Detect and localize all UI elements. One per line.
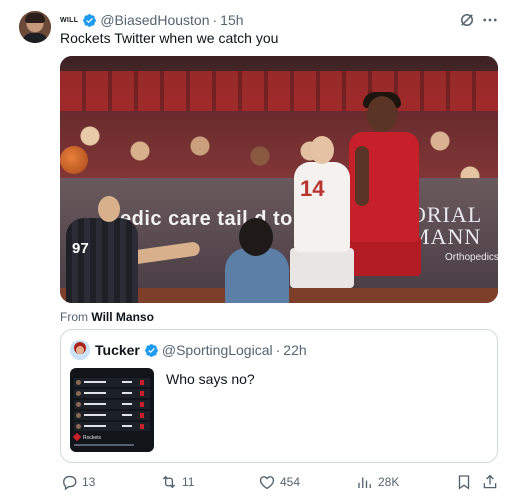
rockets-logo-icon — [72, 432, 82, 442]
tweet-timestamp[interactable]: 15h — [220, 12, 243, 28]
attribution-source[interactable]: Will Manso — [91, 310, 154, 324]
avatar-hair — [25, 13, 45, 23]
quote-header: Tucker @SportingLogical · 22h — [95, 342, 307, 358]
reply-count: 13 — [82, 475, 96, 489]
views-icon — [358, 477, 371, 488]
basketball — [60, 146, 88, 174]
quote-image-row — [74, 400, 150, 409]
heat-player: 14 — [280, 136, 360, 303]
fan-head — [239, 218, 273, 256]
referee-number: 97 — [72, 240, 89, 257]
quote-avatar-face — [76, 346, 84, 354]
quote-image-team: Rockets — [83, 435, 102, 441]
quote-image-row — [74, 378, 150, 387]
action-bar: 13 11 454 28K — [60, 472, 500, 492]
author-display-name[interactable]: WILL — [60, 17, 78, 24]
arena-seats — [60, 71, 498, 111]
quote-image-row — [74, 411, 150, 420]
tweet-header: WILL @BiasedHouston · 15h — [60, 11, 244, 29]
referee: 97 — [60, 196, 201, 303]
like-button[interactable]: 454 — [258, 472, 300, 492]
share-button[interactable] — [481, 472, 499, 492]
views-count: 28K — [378, 475, 400, 489]
tweet-video[interactable]: edic care tail d to ORIAL MANN Orthopedi… — [60, 56, 498, 303]
quote-image[interactable]: Rockets — [70, 368, 154, 452]
repost-button[interactable]: 11 — [160, 472, 194, 492]
like-icon — [259, 476, 275, 490]
author-avatar[interactable] — [19, 11, 51, 43]
author-handle[interactable]: @BiasedHouston — [100, 12, 209, 28]
quote-author-handle[interactable]: @SportingLogical — [162, 342, 273, 358]
attribution-prefix: From — [60, 310, 88, 324]
bookmark-icon — [458, 475, 470, 490]
heat-shorts — [290, 248, 354, 288]
tweet[interactable]: WILL @BiasedHouston · 15h Rockets Twitte… — [0, 0, 511, 501]
like-count: 454 — [280, 475, 301, 489]
grok-icon[interactable] — [458, 11, 476, 29]
share-icon — [483, 474, 497, 489]
quote-author-name[interactable]: Tucker — [95, 342, 140, 358]
reply-button[interactable]: 13 — [60, 472, 95, 492]
more-icon[interactable] — [481, 11, 499, 29]
reply-icon — [63, 475, 77, 491]
verified-badge-icon — [82, 13, 97, 28]
quote-avatar[interactable] — [70, 340, 90, 360]
header-separator: · — [212, 12, 218, 28]
quote-image-row — [74, 422, 150, 431]
heat-head — [310, 136, 334, 164]
quote-verified-badge-icon — [144, 343, 159, 358]
rockets-head — [367, 96, 397, 132]
tweet-text: Rockets Twitter when we catch you — [60, 30, 279, 46]
quote-timestamp[interactable]: 22h — [283, 342, 306, 358]
quote-separator: · — [275, 342, 281, 358]
heat-number: 14 — [300, 176, 325, 201]
quote-image-row — [74, 389, 150, 398]
referee-shirt — [66, 218, 138, 303]
views-button[interactable]: 28K — [356, 472, 399, 492]
quoted-tweet[interactable]: Tucker @SportingLogical · 22h Rockets Wh… — [60, 329, 498, 463]
courtside-fan — [225, 218, 289, 303]
quote-image-footer — [74, 444, 134, 446]
media-attribution: From Will Manso — [60, 310, 154, 324]
quote-text: Who says no? — [166, 371, 255, 387]
ad-board-subtitle: Orthopedics — [445, 252, 498, 263]
repost-count: 11 — [182, 475, 195, 489]
bookmark-button[interactable] — [455, 472, 473, 492]
repost-icon — [162, 475, 176, 489]
avatar-shirt — [22, 33, 48, 43]
referee-head — [98, 196, 120, 222]
